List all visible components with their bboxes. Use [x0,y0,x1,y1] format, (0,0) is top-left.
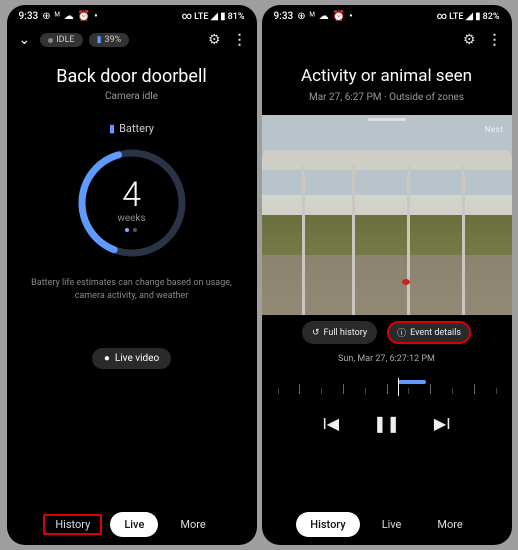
battery-icon: ▮ [220,11,226,22]
dot-icon: • [349,11,353,22]
alarm-icon: ⏰ [78,11,90,22]
network-label: LTE [194,12,208,22]
next-event-icon[interactable]: ▶I [434,414,451,433]
page-title: Back door doorbell [7,66,257,87]
bottom-tabs: History Live More [262,512,512,537]
estimate-text: Battery life estimates can change based … [7,277,257,302]
camera-icon: ● [104,353,110,364]
tab-more[interactable]: More [166,512,219,537]
event-subtitle: Mar 27, 6:27 PM · Outside of zones [262,92,512,103]
idle-dot-icon [48,38,53,43]
bottom-tabs: History Live More [7,512,257,537]
gear-icon[interactable]: ⚙ [459,28,480,52]
cloud-icon: ☁ [319,11,329,22]
hotspot-icon: ᴹ [55,11,60,22]
timeline-scrubber[interactable] [278,374,496,400]
hotspot-icon: ᴹ [310,11,315,22]
status-bar: 9:33 ⊕ ᴹ ☁ ⏰ • ∞ LTE ◢ ▮ 81% [7,5,257,24]
cloud-icon: ☁ [64,11,74,22]
nest-badge: Nest [485,125,504,134]
prev-event-icon[interactable]: I◀ [322,414,339,433]
tab-live[interactable]: Live [368,512,416,537]
phone-screen-left: 9:33 ⊕ ᴹ ☁ ⏰ • ∞ LTE ◢ ▮ 81% ⌄ IDLE ▮ 39… [7,5,257,545]
event-title: Activity or animal seen [262,66,512,86]
tab-history[interactable]: History [296,512,359,537]
grabber-icon[interactable] [368,118,406,121]
battery-heading: ▮ Battery [7,122,257,135]
alarm-icon: ⏰ [333,11,345,22]
header-row: ⌄ IDLE ▮ 39% ⚙ ⋮ [7,24,257,56]
status-time: 9:33 [274,11,294,22]
live-video-button[interactable]: ● Live video [92,348,171,369]
kebab-icon[interactable]: ⋮ [231,28,249,52]
video-frame[interactable]: Nest [262,115,512,315]
title-block: Activity or animal seen Mar 27, 6:27 PM … [262,66,512,103]
status-time: 9:33 [19,11,39,22]
battery-pct: 81% [228,12,245,22]
event-details-label: Event details [410,328,461,338]
highlight-history: History [43,514,102,535]
battery-heading-icon: ▮ [109,122,115,135]
title-block: Back door doorbell Camera idle [7,66,257,102]
header-row: ⚙ ⋮ [262,24,512,56]
battery-heading-label: Battery [119,122,154,135]
chip-batt-label: 39% [105,35,122,45]
playback-controls: I◀ ❚❚ ▶I [262,414,512,433]
status-chip-idle[interactable]: IDLE [40,33,82,47]
battery-pct: 82% [483,12,500,22]
page-subtitle: Camera idle [7,91,257,102]
pause-icon[interactable]: ❚❚ [373,414,400,433]
voicemail-icon: ∞ [437,11,447,22]
signal-icon: ◢ [210,11,218,22]
battery-icon: ▮ [475,11,481,22]
battery-small-icon: ▮ [97,35,102,45]
event-controls: ↺ Full history ⓘ Event details [262,321,512,344]
tab-history[interactable]: History [49,516,96,533]
signal-icon: ◢ [465,11,473,22]
battery-ring[interactable]: 4 weeks [72,143,192,263]
tab-live[interactable]: Live [110,512,158,537]
status-bar: 9:33 ⊕ ᴹ ☁ ⏰ • ∞ LTE ◢ ▮ 82% [262,5,512,24]
chip-idle-label: IDLE [56,35,74,45]
full-history-label: Full history [323,328,367,338]
gear-icon[interactable]: ⚙ [204,28,225,52]
timeline-timestamp: Sun, Mar 27, 6:27:12 PM [262,354,512,364]
kebab-icon[interactable]: ⋮ [486,28,504,52]
nfc-icon: ⊕ [297,11,305,22]
event-details-button[interactable]: ⓘ Event details [387,321,471,344]
phone-screen-right: 9:33 ⊕ ᴹ ☁ ⏰ • ∞ LTE ◢ ▮ 82% ⚙ ⋮ Activit… [262,5,512,545]
nfc-icon: ⊕ [42,11,50,22]
full-history-button[interactable]: ↺ Full history [302,321,377,344]
info-icon: ⓘ [397,326,406,339]
back-chevron-icon[interactable]: ⌄ [15,28,35,52]
tab-more[interactable]: More [423,512,476,537]
status-chip-battery[interactable]: ▮ 39% [89,33,130,47]
live-video-label: Live video [115,353,159,364]
dot-icon: • [94,11,98,22]
history-icon: ↺ [312,328,320,338]
voicemail-icon: ∞ [182,11,192,22]
network-label: LTE [449,12,463,22]
